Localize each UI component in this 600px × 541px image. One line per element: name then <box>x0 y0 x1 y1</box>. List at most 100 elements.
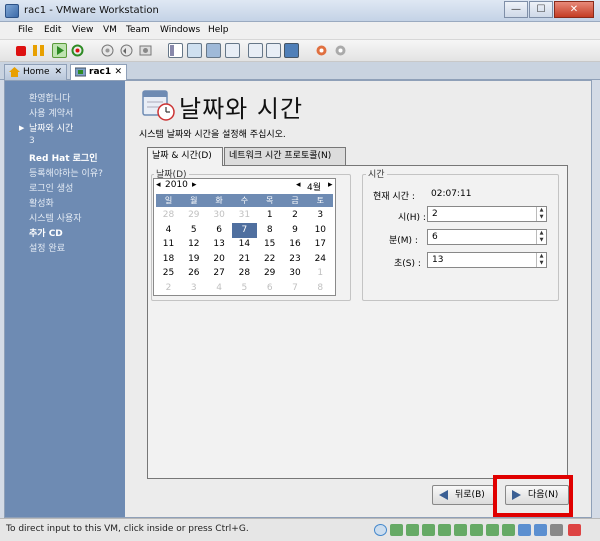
calendar-day[interactable]: 13 <box>207 237 232 252</box>
calendar-day[interactable]: 1 <box>308 266 333 281</box>
preferences-icon[interactable] <box>314 43 329 58</box>
network-icon[interactable] <box>518 524 531 536</box>
calendar-day[interactable]: 6 <box>257 281 282 296</box>
calendar-day[interactable]: 9 <box>283 223 308 238</box>
calendar-day[interactable]: 30 <box>283 266 308 281</box>
network-2-icon[interactable] <box>534 524 547 536</box>
calendar-day[interactable]: 2 <box>283 208 308 223</box>
power-on-icon[interactable] <box>52 43 67 58</box>
calendar-day[interactable]: 22 <box>257 252 282 267</box>
calendar-day[interactable]: 16 <box>283 237 308 252</box>
second-spin-arrows[interactable]: ▲ ▼ <box>536 253 546 267</box>
unity-icon[interactable] <box>225 43 240 58</box>
snapshot-icon[interactable] <box>100 43 115 58</box>
tab-home-close-icon[interactable]: ✕ <box>54 65 62 79</box>
calendar-day[interactable]: 23 <box>283 252 308 267</box>
prev-month-arrow[interactable]: ◂ <box>296 180 301 190</box>
stretch-guest-icon[interactable] <box>284 43 299 58</box>
calendar-day[interactable]: 3 <box>308 208 333 223</box>
tab-rac1[interactable]: rac1 ✕ <box>70 64 127 80</box>
calendar-day[interactable]: 30 <box>207 208 232 223</box>
calendar-day[interactable]: 21 <box>232 252 257 267</box>
minute-spin-arrows[interactable]: ▲ ▼ <box>536 230 546 244</box>
hour-spinner[interactable]: 2 ▲ ▼ <box>427 206 547 222</box>
calendar-day[interactable]: 7 <box>283 281 308 296</box>
cd-rom-icon[interactable] <box>374 524 387 536</box>
calendar-day[interactable]: 11 <box>156 237 181 252</box>
calendar-day[interactable]: 3 <box>181 281 206 296</box>
vm-console[interactable]: ▶ 환영합니다 사용 계약서 날짜와 시간 3 Red Hat 로그인 등록해야… <box>4 80 592 518</box>
power-off-icon[interactable] <box>16 46 26 56</box>
hard-disk-7-icon[interactable] <box>486 524 499 536</box>
menu-team[interactable]: Team <box>126 25 150 35</box>
calendar-day[interactable]: 1 <box>257 208 282 223</box>
calendar-day[interactable]: 25 <box>156 266 181 281</box>
usb-icon[interactable] <box>550 524 563 536</box>
quick-switch-icon[interactable] <box>187 43 202 58</box>
calendar-day[interactable]: 29 <box>181 208 206 223</box>
calendar-day[interactable]: 14 <box>232 237 257 252</box>
message-log-icon[interactable] <box>568 524 581 536</box>
menu-windows[interactable]: Windows <box>160 25 200 35</box>
next-year-arrow[interactable]: ▸ <box>192 180 197 190</box>
settings-icon[interactable] <box>333 43 348 58</box>
calendar-day[interactable]: 24 <box>308 252 333 267</box>
second-spinner[interactable]: 13 ▲ ▼ <box>427 252 547 268</box>
tab-date-time[interactable]: 날짜 & 시간(D) <box>147 147 223 166</box>
calendar-day[interactable]: 8 <box>257 223 282 238</box>
hard-disk-icon[interactable] <box>390 524 403 536</box>
menu-vm[interactable]: VM <box>103 25 117 35</box>
calendar-day[interactable]: 8 <box>308 281 333 296</box>
full-screen-icon[interactable] <box>206 43 221 58</box>
fit-guest-icon[interactable] <box>266 43 281 58</box>
reset-icon[interactable] <box>70 43 85 58</box>
hard-disk-3-icon[interactable] <box>422 524 435 536</box>
hour-spin-arrows[interactable]: ▲ ▼ <box>536 207 546 221</box>
hard-disk-5-icon[interactable] <box>454 524 467 536</box>
snapshot-manager-icon[interactable] <box>138 43 153 58</box>
tab-rac1-close-icon[interactable]: ✕ <box>114 65 122 79</box>
calendar[interactable]: ◂ 2010 ▸ ◂ 4월 ▸ 일월화수목금토 28 29 30 31 1 2 3 4 5 6 7 8… <box>153 178 336 296</box>
calendar-day[interactable]: 31 <box>232 208 257 223</box>
calendar-day[interactable]: 19 <box>181 252 206 267</box>
calendar-day[interactable]: 17 <box>308 237 333 252</box>
hard-disk-2-icon[interactable] <box>406 524 419 536</box>
hard-disk-4-icon[interactable] <box>438 524 451 536</box>
prev-year-arrow[interactable]: ◂ <box>156 180 161 190</box>
menu-help[interactable]: Help <box>208 25 229 35</box>
menu-edit[interactable]: Edit <box>44 25 61 35</box>
calendar-day[interactable]: 10 <box>308 223 333 238</box>
suspend-icon[interactable] <box>33 45 44 56</box>
calendar-day[interactable]: 7 <box>231 222 257 238</box>
tab-ntp[interactable]: 네트워크 시간 프로토콜(N) <box>224 147 346 165</box>
calendar-day[interactable]: 28 <box>232 266 257 281</box>
calendar-day[interactable]: 6 <box>207 223 232 238</box>
show-sidebar-icon[interactable] <box>168 43 183 58</box>
hard-disk-6-icon[interactable] <box>470 524 483 536</box>
console-view-icon[interactable] <box>248 43 263 58</box>
calendar-day[interactable]: 18 <box>156 252 181 267</box>
next-month-arrow[interactable]: ▸ <box>328 180 333 190</box>
hard-disk-8-icon[interactable] <box>502 524 515 536</box>
calendar-day[interactable]: 5 <box>181 223 206 238</box>
calendar-day[interactable]: 20 <box>207 252 232 267</box>
revert-snapshot-icon[interactable] <box>119 43 134 58</box>
calendar-day[interactable]: 12 <box>181 237 206 252</box>
calendar-day[interactable]: 28 <box>156 208 181 223</box>
maximize-button[interactable]: ☐ <box>529 1 553 18</box>
calendar-day[interactable]: 2 <box>156 281 181 296</box>
calendar-day[interactable]: 15 <box>257 237 282 252</box>
menu-file[interactable]: File <box>18 25 33 35</box>
calendar-day[interactable]: 27 <box>207 266 232 281</box>
tab-home[interactable]: Home ✕ <box>4 64 67 80</box>
calendar-day[interactable]: 29 <box>257 266 282 281</box>
menu-view[interactable]: View <box>72 25 93 35</box>
close-window-button[interactable]: ✕ <box>554 1 594 18</box>
calendar-day[interactable]: 26 <box>181 266 206 281</box>
calendar-day[interactable]: 4 <box>156 223 181 238</box>
back-button[interactable]: 뒤로(B) <box>432 485 494 505</box>
calendar-day[interactable]: 5 <box>232 281 257 296</box>
minute-spinner[interactable]: 6 ▲ ▼ <box>427 229 547 245</box>
calendar-day[interactable]: 4 <box>207 281 232 296</box>
minimize-button[interactable]: — <box>504 1 528 18</box>
